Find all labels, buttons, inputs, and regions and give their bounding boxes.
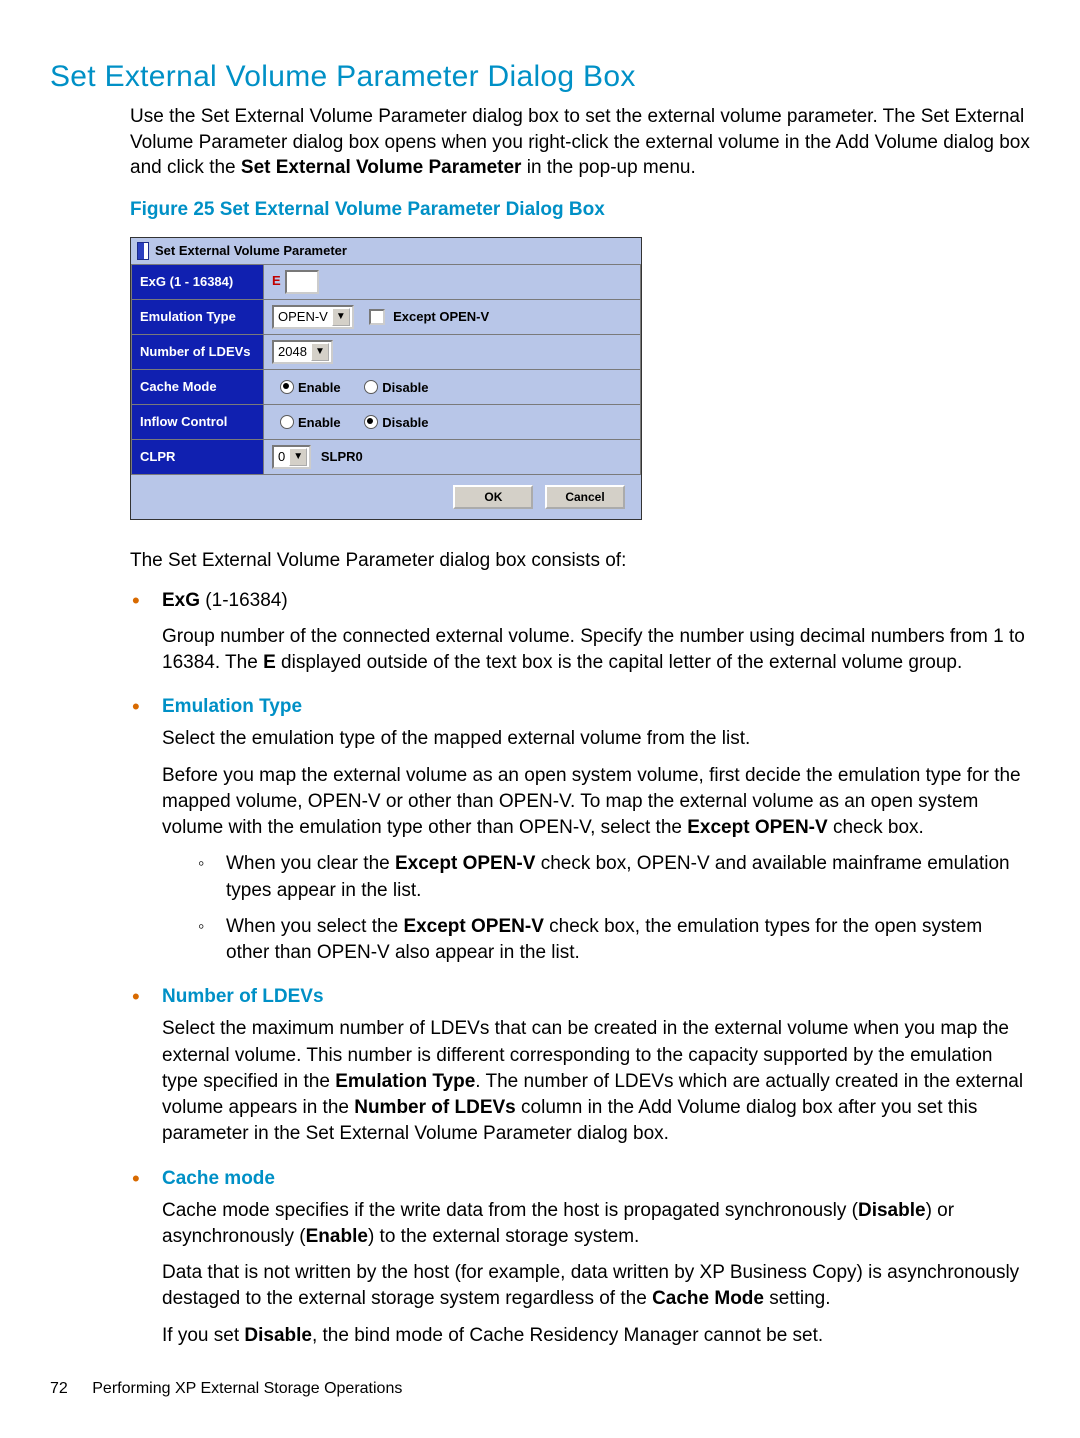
label-exg: ExG (1 - 16384) — [132, 264, 264, 299]
set-external-volume-parameter-dialog: Set External Volume Parameter ExG (1 - 1… — [130, 237, 642, 520]
section-title: Set External Volume Parameter Dialog Box — [50, 60, 1030, 94]
value-emulation-type: OPEN-V ▼ Except OPEN-V — [264, 299, 641, 334]
value-number-of-ldevs: 2048 ▼ — [264, 334, 641, 369]
row-clpr: CLPR 0 ▼ SLPR0 — [132, 439, 641, 474]
dialog-form-table: ExG (1 - 16384) E Emulation Type OPEN-V … — [131, 264, 641, 475]
dialog-title-text: Set External Volume Parameter — [155, 243, 347, 258]
emulation-type-heading: Emulation Type — [162, 694, 1030, 720]
cache-mode-enable-label: Enable — [298, 380, 341, 395]
parameter-list: ExG (1-16384) Group number of the connec… — [50, 588, 1030, 1349]
item-emulation-type: Emulation Type Select the emulation type… — [130, 694, 1030, 966]
ldev-p1d: Number of LDEVs — [354, 1097, 516, 1118]
cache-p2b: Cache Mode — [652, 1288, 764, 1309]
cache-mode-disable-radio[interactable] — [364, 380, 378, 394]
row-emulation-type: Emulation Type OPEN-V ▼ Except OPEN-V — [132, 299, 641, 334]
value-clpr: 0 ▼ SLPR0 — [264, 439, 641, 474]
clpr-dropdown[interactable]: 0 ▼ — [272, 445, 311, 469]
cache-p1e: ) to the external storage system. — [368, 1226, 639, 1247]
exg-p1c: displayed outside of the text box is the… — [276, 652, 963, 673]
dialog-titlebar: Set External Volume Parameter — [131, 238, 641, 264]
chevron-down-icon: ▼ — [311, 343, 329, 361]
exg-prefix: E — [272, 273, 281, 288]
emulation-type-p2b: Except OPEN-V — [687, 817, 827, 838]
cache-mode-disable-label: Disable — [382, 380, 428, 395]
chevron-down-icon: ▼ — [289, 448, 307, 466]
emulation-sub1: When you clear the Except OPEN-V check b… — [198, 851, 1030, 903]
cache-mode-heading: Cache mode — [162, 1166, 1030, 1192]
emu-sub1b: Except OPEN-V — [395, 853, 535, 874]
clpr-selected: 0 — [278, 449, 285, 464]
dialog-button-row: OK Cancel — [131, 475, 641, 519]
exg-p1b: E — [263, 652, 276, 673]
clpr-text: SLPR0 — [321, 449, 363, 464]
ldev-heading: Number of LDEVs — [162, 984, 1030, 1010]
page-number: 72 — [50, 1380, 68, 1397]
dialog-screenshot: Set External Volume Parameter ExG (1 - 1… — [130, 237, 1030, 520]
cache-p3c: , the bind mode of Cache Residency Manag… — [312, 1325, 823, 1346]
emu-sub1a: When you clear the — [226, 853, 395, 874]
exg-input[interactable] — [285, 270, 319, 294]
row-inflow-control: Inflow Control Enable Disable — [132, 404, 641, 439]
cache-p1a: Cache mode specifies if the write data f… — [162, 1200, 858, 1221]
label-cache-mode: Cache Mode — [132, 369, 264, 404]
exg-range: (1-16384) — [200, 590, 288, 611]
number-of-ldevs-dropdown[interactable]: 2048 ▼ — [272, 340, 333, 364]
intro-paragraph: Use the Set External Volume Parameter di… — [50, 104, 1030, 181]
row-number-of-ldevs: Number of LDEVs 2048 ▼ — [132, 334, 641, 369]
emulation-type-selected: OPEN-V — [278, 309, 328, 324]
cache-p2c: setting. — [764, 1288, 831, 1309]
intro-text-c: in the pop-up menu. — [521, 157, 695, 178]
dialog-title-icon — [137, 242, 149, 260]
ok-button[interactable]: OK — [453, 485, 533, 509]
label-inflow-control: Inflow Control — [132, 404, 264, 439]
ldev-p1b: Emulation Type — [335, 1071, 475, 1092]
exg-term: ExG — [162, 590, 200, 611]
consists-of-text: The Set External Volume Parameter dialog… — [50, 548, 1030, 574]
row-exg: ExG (1 - 16384) E — [132, 264, 641, 299]
inflow-disable-label: Disable — [382, 415, 428, 430]
figure-caption: Figure 25 Set External Volume Parameter … — [50, 199, 1030, 221]
emulation-sublist: When you clear the Except OPEN-V check b… — [162, 851, 1030, 966]
emulation-type-p1: Select the emulation type of the mapped … — [162, 726, 1030, 752]
emulation-type-dropdown[interactable]: OPEN-V ▼ — [272, 305, 354, 329]
cache-p1d: Enable — [306, 1226, 368, 1247]
cache-p3a: If you set — [162, 1325, 244, 1346]
except-open-v-label: Except OPEN-V — [393, 309, 489, 324]
item-exg: ExG (1-16384) Group number of the connec… — [130, 588, 1030, 677]
intro-text-b: Set External Volume Parameter — [241, 157, 522, 178]
chevron-down-icon: ▼ — [332, 308, 350, 326]
value-exg: E — [264, 264, 641, 299]
cancel-button[interactable]: Cancel — [545, 485, 625, 509]
inflow-enable-radio[interactable] — [280, 415, 294, 429]
footer-text: Performing XP External Storage Operation… — [92, 1380, 402, 1397]
inflow-disable-radio[interactable] — [364, 415, 378, 429]
page-footer: 72 Performing XP External Storage Operat… — [50, 1380, 402, 1398]
cache-p2a: Data that is not written by the host (fo… — [162, 1262, 1019, 1309]
cache-p1b: Disable — [858, 1200, 926, 1221]
emu-sub2a: When you select the — [226, 916, 403, 937]
value-cache-mode: Enable Disable — [264, 369, 641, 404]
item-cache-mode: Cache mode Cache mode specifies if the w… — [130, 1166, 1030, 1349]
label-emulation-type: Emulation Type — [132, 299, 264, 334]
number-of-ldevs-selected: 2048 — [278, 344, 307, 359]
row-cache-mode: Cache Mode Enable Disable — [132, 369, 641, 404]
inflow-enable-label: Enable — [298, 415, 341, 430]
emu-sub2b: Except OPEN-V — [403, 916, 543, 937]
cache-mode-enable-radio[interactable] — [280, 380, 294, 394]
label-number-of-ldevs: Number of LDEVs — [132, 334, 264, 369]
except-open-v-checkbox[interactable] — [369, 309, 385, 325]
emulation-type-p2c: check box. — [828, 817, 924, 838]
item-number-of-ldevs: Number of LDEVs Select the maximum numbe… — [130, 984, 1030, 1147]
cache-p3b: Disable — [244, 1325, 312, 1346]
emulation-sub2: When you select the Except OPEN-V check … — [198, 914, 1030, 966]
value-inflow-control: Enable Disable — [264, 404, 641, 439]
label-clpr: CLPR — [132, 439, 264, 474]
